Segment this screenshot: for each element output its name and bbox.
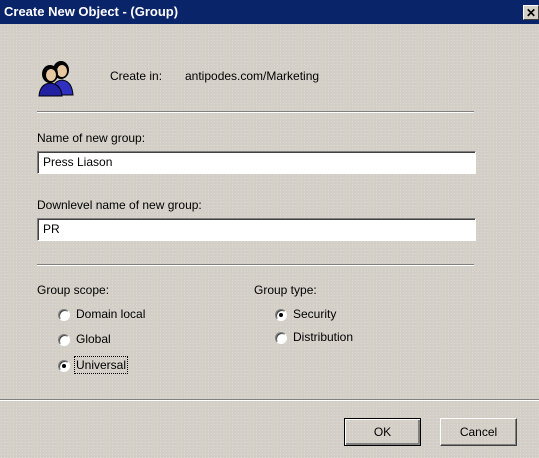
name-field-label: Name of new group:	[37, 131, 146, 145]
radio-distribution-label[interactable]: Distribution	[293, 330, 353, 344]
radio-selected-dot	[62, 364, 66, 368]
radio-security[interactable]	[275, 309, 287, 321]
downlevel-name-value: PR	[43, 222, 60, 236]
group-type-label: Group type:	[254, 283, 317, 297]
ok-button[interactable]: OK	[344, 418, 421, 446]
downlevel-field-label: Downlevel name of new group:	[37, 198, 202, 212]
separator-bottom	[0, 399, 539, 401]
radio-selected-dot	[279, 313, 283, 317]
title-bar[interactable]: Create New Object - (Group) ✕	[0, 0, 539, 24]
close-button[interactable]: ✕	[523, 5, 539, 20]
window-title: Create New Object - (Group)	[4, 4, 179, 19]
group-name-value: Press Liason	[43, 155, 113, 169]
create-in-path: antipodes.com/Marketing	[185, 69, 320, 83]
group-scope-label: Group scope:	[37, 283, 110, 297]
radio-security-label[interactable]: Security	[293, 307, 336, 321]
create-in-label: Create in:	[110, 69, 163, 83]
radio-domain-local-label[interactable]: Domain local	[76, 307, 145, 321]
close-icon: ✕	[525, 6, 537, 20]
downlevel-name-input[interactable]: PR	[37, 218, 476, 241]
create-group-dialog: Create New Object - (Group) ✕ Create in:…	[0, 0, 539, 458]
group-name-input[interactable]: Press Liason	[37, 151, 476, 174]
cancel-button[interactable]: Cancel	[440, 418, 517, 446]
separator-middle	[37, 264, 474, 266]
radio-domain-local[interactable]	[58, 309, 70, 321]
group-people-icon	[38, 61, 74, 97]
radio-universal[interactable]	[58, 360, 70, 372]
separator-top	[37, 111, 474, 113]
radio-global[interactable]	[58, 334, 70, 346]
radio-universal-label[interactable]: Universal	[73, 356, 129, 374]
radio-distribution[interactable]	[275, 332, 287, 344]
radio-global-label[interactable]: Global	[76, 332, 111, 346]
